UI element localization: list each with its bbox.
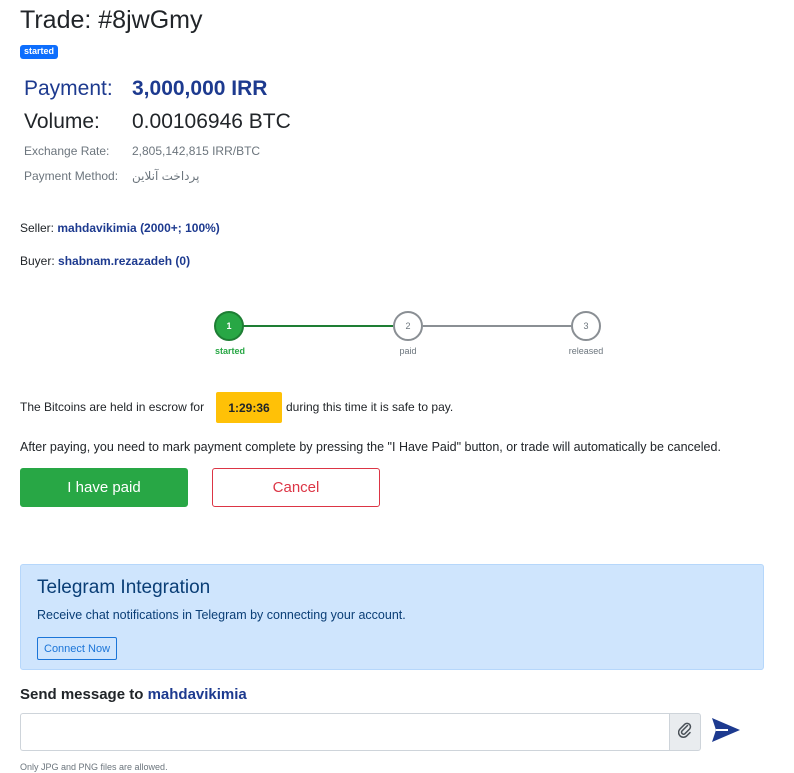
- step-connector-1: [230, 325, 393, 327]
- telegram-description: Receive chat notifications in Telegram b…: [37, 608, 406, 622]
- connect-now-button[interactable]: Connect Now: [37, 637, 118, 660]
- payment-method-value: پرداخت آنلاین: [132, 169, 200, 183]
- telegram-title: Telegram Integration: [37, 577, 211, 598]
- page-title: Trade: #8jwGmy: [20, 6, 203, 34]
- file-type-note: Only JPG and PNG files are allowed.: [20, 762, 168, 772]
- escrow-text-before: The Bitcoins are held in escrow for: [20, 400, 205, 414]
- payment-method-label: Payment Method:: [24, 169, 119, 183]
- recipient-link[interactable]: mahdavikimia: [148, 686, 247, 703]
- volume-value: 0.00106946 BTC: [132, 110, 291, 133]
- send-message-button[interactable]: [710, 716, 742, 748]
- buyer-link[interactable]: shabnam.rezazadeh (0): [58, 254, 190, 268]
- cancel-button[interactable]: Cancel: [212, 468, 380, 507]
- i-have-paid-button[interactable]: I have paid: [20, 468, 188, 507]
- volume-row: Volume: 0.00106946 BTC: [24, 110, 291, 134]
- step-1-circle: 1: [214, 311, 244, 341]
- step-connector-2: [423, 325, 571, 327]
- step-2-label: paid: [399, 346, 417, 356]
- exchange-rate-value: 2,805,142,815 IRR/BTC: [132, 144, 261, 158]
- escrow-text-after: during this time it is safe to pay.: [286, 400, 454, 414]
- send-message-heading: Send message to mahdavikimia: [20, 686, 247, 703]
- payment-instructions: After paying, you need to mark payment c…: [20, 440, 721, 454]
- exchange-rate-label: Exchange Rate:: [24, 144, 110, 158]
- send-message-prefix: Send message to: [20, 686, 144, 703]
- step-3-label: released: [568, 346, 604, 356]
- status-badge: started: [20, 45, 59, 59]
- buyer-label: Buyer:: [20, 254, 55, 268]
- step-1-label: started: [214, 346, 245, 356]
- step-2-circle: 2: [393, 311, 423, 341]
- attach-file-button[interactable]: [669, 713, 701, 751]
- payment-row: Payment: 3,000,000 IRR: [24, 77, 267, 101]
- paperclip-icon: [677, 722, 692, 743]
- message-input[interactable]: [20, 713, 670, 751]
- escrow-timer: 1:29:36: [216, 392, 282, 423]
- payment-method-row: Payment Method: پرداخت آنلاین: [24, 169, 199, 183]
- volume-label: Volume:: [24, 110, 100, 133]
- send-icon: [711, 717, 741, 748]
- seller-label: Seller:: [20, 221, 55, 235]
- trade-progress-stepper: 1 started 2 paid 3 released: [200, 310, 620, 360]
- telegram-integration-panel: Telegram Integration Receive chat notifi…: [20, 564, 764, 670]
- buyer-row: Buyer: shabnam.rezazadeh (0): [20, 254, 190, 268]
- exchange-rate-row: Exchange Rate: 2,805,142,815 IRR/BTC: [24, 144, 260, 158]
- payment-value: 3,000,000 IRR: [132, 77, 268, 100]
- step-3-circle: 3: [571, 311, 601, 341]
- seller-link[interactable]: mahdavikimia (2000+; 100%): [57, 221, 219, 235]
- payment-label: Payment:: [24, 77, 113, 100]
- seller-row: Seller: mahdavikimia (2000+; 100%): [20, 221, 220, 235]
